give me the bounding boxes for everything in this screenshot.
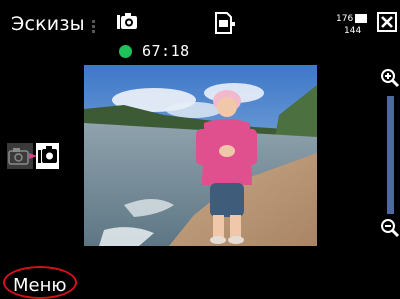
viewfinder-preview-image [84, 65, 317, 246]
resolution-icon[interactable]: 176 144 [336, 12, 370, 36]
zoom-out-icon [381, 219, 400, 238]
zoom-out-button[interactable] [380, 218, 400, 240]
camera-viewfinder[interactable] [84, 65, 317, 246]
resolution-top-text: 176 [336, 14, 353, 24]
status-dots-icon [88, 18, 100, 34]
page-title: Эскизы [11, 13, 85, 35]
resolution-bottom-text: 144 [344, 26, 361, 34]
close-button[interactable] [377, 12, 397, 32]
zoom-in-icon [381, 69, 400, 88]
memory-card-icon [213, 12, 237, 34]
menu-highlight-circle [3, 266, 77, 299]
recording-time: 67:18 [142, 42, 190, 60]
capture-mode-switch[interactable] [7, 143, 59, 169]
video-camera-icon[interactable] [117, 13, 141, 33]
close-icon [377, 12, 397, 32]
recording-status-indicator [119, 45, 132, 58]
zoom-in-button[interactable] [380, 68, 400, 90]
zoom-slider[interactable] [387, 96, 394, 214]
